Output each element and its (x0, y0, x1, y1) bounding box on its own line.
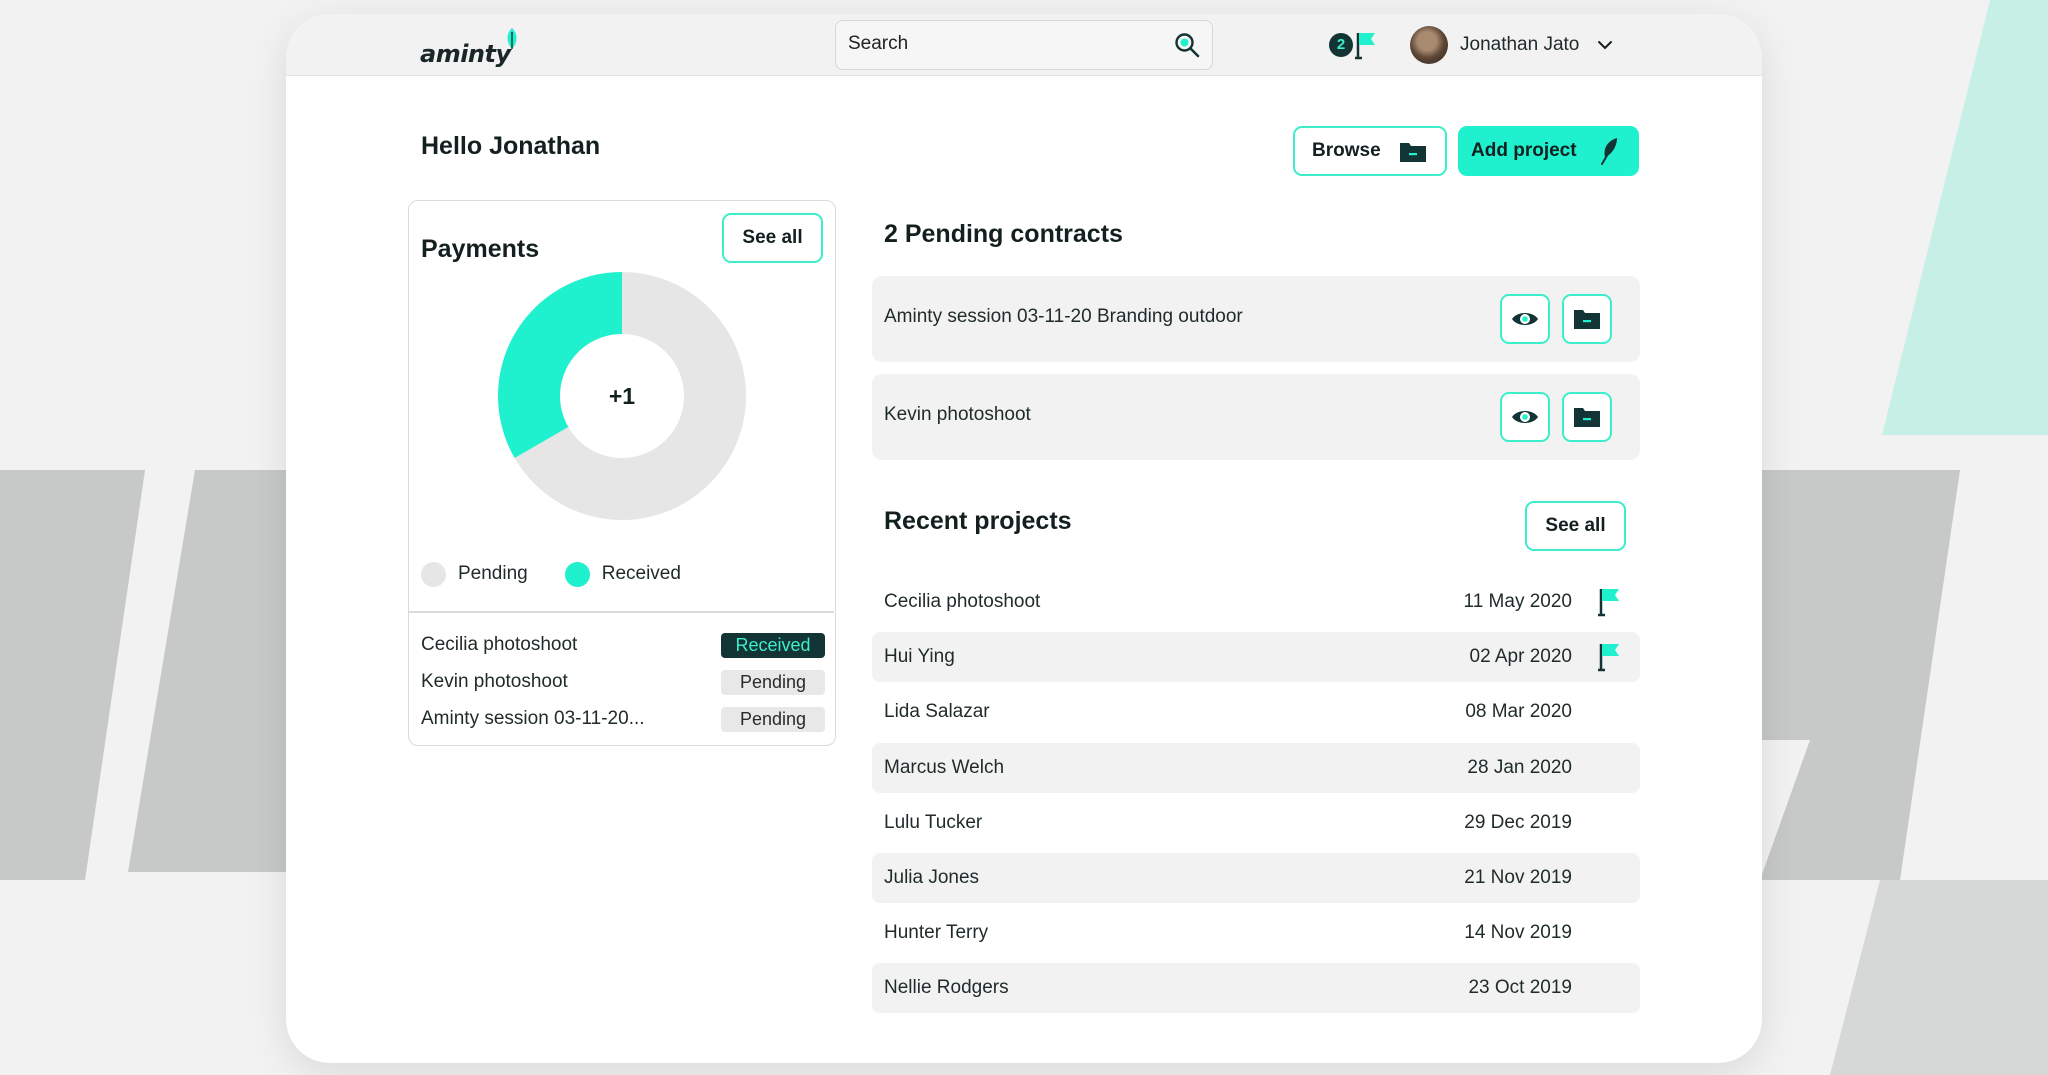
legend-dot-pending (421, 561, 446, 587)
payment-row[interactable]: Kevin photoshoot Pending (421, 668, 825, 696)
payment-row[interactable]: Cecilia photoshoot Received (421, 631, 825, 659)
view-contract-button[interactable] (1500, 392, 1550, 442)
project-row[interactable]: Lida Salazar 08 Mar 2020 (872, 687, 1640, 737)
flag-icon[interactable] (1596, 587, 1622, 617)
open-contract-folder-button[interactable] (1562, 392, 1612, 442)
payments-title: Payments (421, 235, 540, 263)
user-name: Jonathan Jato (1460, 34, 1580, 55)
project-name: Nellie Rodgers (884, 977, 1009, 999)
project-name: Hui Ying (884, 646, 955, 668)
flag-icon (1355, 33, 1375, 60)
add-project-button[interactable]: Add project (1458, 126, 1639, 176)
project-row[interactable]: Julia Jones 21 Nov 2019 (872, 853, 1640, 903)
leaf-icon (507, 28, 517, 49)
recent-projects-title: Recent projects (884, 507, 1072, 535)
payment-name: Kevin photoshoot (421, 671, 568, 692)
pending-contracts-title: 2 Pending contracts (884, 220, 1123, 248)
search-box (835, 20, 1213, 70)
project-date: 28 Jan 2020 (1467, 756, 1572, 778)
eye-icon (1512, 411, 1538, 423)
contract-name: Kevin photoshoot (884, 404, 1031, 425)
project-name: Hunter Terry (884, 922, 989, 944)
search-input[interactable] (848, 21, 1148, 67)
project-row[interactable]: Hui Ying 02 Apr 2020 (872, 632, 1640, 683)
browse-button-label: Browse (1312, 140, 1381, 161)
donut-slice-received (498, 272, 622, 458)
contract-name: Aminty session 03-11-20 Branding outdoor (884, 306, 1243, 327)
project-row[interactable]: Nellie Rodgers 23 Oct 2019 (872, 963, 1640, 1014)
chevron-down-icon[interactable] (1597, 40, 1613, 50)
project-name: Lida Salazar (884, 701, 990, 723)
payments-card: Payments See all +1 Pending Received Cec… (408, 200, 836, 746)
folder-icon (1574, 310, 1600, 329)
feather-icon (1601, 138, 1617, 165)
legend-label-pending: Pending (458, 563, 528, 584)
status-badge: Pending (721, 670, 825, 695)
folder-icon (1400, 143, 1426, 162)
project-row[interactable]: Cecilia photoshoot 11 May 2020 (872, 577, 1640, 627)
project-date: 02 Apr 2020 (1469, 646, 1572, 668)
add-project-button-label: Add project (1471, 140, 1577, 161)
notification-count-badge: 2 (1329, 33, 1353, 57)
open-contract-folder-button[interactable] (1562, 294, 1612, 344)
divider (409, 611, 834, 613)
project-date: 14 Nov 2019 (1464, 922, 1572, 944)
payments-see-all-button[interactable]: See all (722, 213, 823, 263)
project-date: 08 Mar 2020 (1465, 701, 1572, 723)
notifications[interactable]: 2 (1329, 30, 1378, 60)
project-name: Lulu Tucker (884, 811, 983, 833)
legend-label-received: Received (601, 563, 681, 584)
payment-name: Aminty session 03-11-20... (421, 708, 645, 729)
legend-dot-received (564, 561, 590, 587)
contract-row: Kevin photoshoot (872, 374, 1640, 460)
top-bar: aminty 2 Jonathan Jato (286, 14, 1762, 76)
payment-row[interactable]: Aminty session 03-11-20... Pending (421, 705, 825, 733)
logo[interactable]: aminty (420, 28, 519, 68)
project-date: 11 May 2020 (1463, 591, 1572, 612)
folder-icon (1574, 408, 1600, 427)
status-badge: Received (721, 633, 825, 658)
eye-icon (1512, 313, 1538, 325)
project-date: 29 Dec 2019 (1464, 811, 1572, 833)
legend-item-received: Received (564, 561, 681, 587)
payments-legend: Pending Received (421, 561, 718, 587)
payment-name: Cecilia photoshoot (421, 634, 578, 655)
project-row[interactable]: Hunter Terry 14 Nov 2019 (872, 908, 1640, 958)
project-row[interactable]: Marcus Welch 28 Jan 2020 (872, 742, 1640, 793)
logo-text: aminty (420, 40, 511, 68)
view-contract-button[interactable] (1500, 294, 1550, 344)
project-date: 21 Nov 2019 (1464, 867, 1572, 888)
app-window: aminty 2 Jonathan Jato (286, 14, 1762, 1063)
project-row[interactable]: Lulu Tucker 29 Dec 2019 (872, 798, 1640, 848)
search-icon[interactable] (1174, 32, 1200, 58)
project-name: Marcus Welch (884, 756, 1005, 778)
project-name: Cecilia photoshoot (884, 591, 1041, 612)
payments-donut-chart (498, 272, 746, 520)
legend-item-pending: Pending (421, 561, 528, 587)
project-name: Julia Jones (884, 867, 980, 888)
page-title: Hello Jonathan (421, 132, 601, 160)
avatar[interactable] (1410, 26, 1448, 64)
contract-row: Aminty session 03-11-20 Branding outdoor (872, 276, 1640, 362)
user-menu[interactable]: Jonathan Jato (1410, 24, 1613, 66)
status-badge: Pending (721, 707, 825, 732)
flag-icon[interactable] (1596, 642, 1622, 672)
project-date: 23 Oct 2019 (1468, 977, 1572, 999)
recent-see-all-button[interactable]: See all (1525, 501, 1626, 551)
browse-button[interactable]: Browse (1293, 126, 1447, 176)
